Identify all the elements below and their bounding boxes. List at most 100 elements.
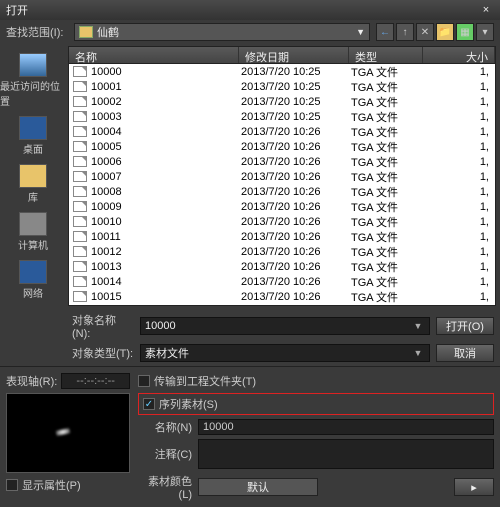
seqmat-label: 序列素材(S)	[159, 396, 218, 412]
name-input[interactable]: 10000	[198, 419, 494, 435]
color-combo[interactable]: 默认	[198, 478, 318, 496]
file-type: TGA 文件	[351, 259, 425, 275]
file-icon	[73, 171, 87, 182]
file-name: 10010	[91, 216, 241, 228]
file-row[interactable]: 100092013/7/20 10:26TGA 文件1,	[69, 199, 495, 214]
file-row[interactable]: 100082013/7/20 10:26TGA 文件1,	[69, 184, 495, 199]
file-date: 2013/7/20 10:26	[241, 201, 351, 213]
file-size: 1,	[425, 276, 495, 288]
place-item[interactable]: 桌面	[0, 113, 66, 159]
cancel-button[interactable]: 取消	[436, 344, 494, 362]
showprop-label: 显示属性(P)	[22, 477, 81, 493]
nav-newfolder-icon[interactable]: 📁	[436, 23, 454, 41]
place-icon	[19, 212, 47, 236]
place-label: 网络	[23, 285, 43, 300]
place-item[interactable]: 网络	[0, 257, 66, 303]
preview-pane	[6, 393, 130, 473]
file-name: 10015	[91, 291, 241, 303]
file-date: 2013/7/20 10:26	[241, 291, 351, 303]
file-name: 10008	[91, 186, 241, 198]
file-icon	[73, 186, 87, 197]
file-type: TGA 文件	[351, 124, 425, 140]
nav-icons: ← ↑ ✕ 📁 ▦ ▾	[376, 23, 494, 41]
file-date: 2013/7/20 10:26	[241, 216, 351, 228]
file-type: TGA 文件	[351, 169, 425, 185]
checkbox-unchecked-icon[interactable]	[6, 479, 18, 491]
objtype-combo[interactable]: 素材文件 ▼	[140, 344, 430, 362]
main-row: 最近访问的位置桌面库计算机网络 名称 修改日期 类型 大小 100002013/…	[0, 44, 500, 308]
file-size: 1,	[425, 306, 495, 307]
file-row[interactable]: 100052013/7/20 10:26TGA 文件1,	[69, 139, 495, 154]
color-label: 素材颜色(L)	[138, 473, 192, 501]
nav-view-icon[interactable]: ▦	[456, 23, 474, 41]
more-button[interactable]: ▸	[454, 478, 494, 496]
nav-back-icon[interactable]: ←	[376, 23, 394, 41]
file-size: 1,	[425, 171, 495, 183]
nav-up-icon[interactable]: ↑	[396, 23, 414, 41]
file-icon	[73, 141, 87, 152]
file-type: TGA 文件	[351, 199, 425, 215]
chevron-down-icon: ▼	[411, 348, 425, 358]
seqmat-row[interactable]: ✓ 序列素材(S)	[143, 396, 218, 412]
file-date: 2013/7/20 10:26	[241, 261, 351, 273]
file-list[interactable]: 100002013/7/20 10:25TGA 文件1,100012013/7/…	[68, 64, 496, 306]
file-name: 10011	[91, 231, 241, 243]
file-row[interactable]: 100162013/7/20 10:26TGA 文件1,	[69, 304, 495, 306]
file-size: 1,	[425, 246, 495, 258]
nav-del-icon[interactable]: ✕	[416, 23, 434, 41]
objname-row: 对象名称(N): 10000 ▼ 打开(O)	[6, 312, 494, 340]
file-row[interactable]: 100142013/7/20 10:26TGA 文件1,	[69, 274, 495, 289]
file-row[interactable]: 100042013/7/20 10:26TGA 文件1,	[69, 124, 495, 139]
col-name[interactable]: 名称	[69, 47, 239, 63]
comment-input[interactable]	[198, 439, 494, 469]
file-size: 1,	[425, 216, 495, 228]
file-row[interactable]: 100132013/7/20 10:26TGA 文件1,	[69, 259, 495, 274]
file-row[interactable]: 100022013/7/20 10:25TGA 文件1,	[69, 94, 495, 109]
col-type[interactable]: 类型	[349, 47, 423, 63]
file-icon	[73, 246, 87, 257]
file-icon	[73, 81, 87, 92]
file-type: TGA 文件	[351, 244, 425, 260]
file-date: 2013/7/20 10:26	[241, 231, 351, 243]
file-row[interactable]: 100152013/7/20 10:26TGA 文件1,	[69, 289, 495, 304]
checkbox-checked-icon[interactable]: ✓	[143, 398, 155, 410]
objname-label: 对象名称(N):	[72, 312, 134, 340]
lookin-label: 查找范围(I):	[6, 24, 68, 40]
nav-view-dd-icon[interactable]: ▾	[476, 23, 494, 41]
file-size: 1,	[425, 141, 495, 153]
checkbox-unchecked-icon[interactable]	[138, 375, 150, 387]
file-row[interactable]: 100072013/7/20 10:26TGA 文件1,	[69, 169, 495, 184]
file-row[interactable]: 100112013/7/20 10:26TGA 文件1,	[69, 229, 495, 244]
lower-panel: 表现轴(R): --:--:--:-- 显示属性(P) 传输到工程文件夹(T) …	[0, 366, 500, 507]
file-size: 1,	[425, 291, 495, 303]
axis-value[interactable]: --:--:--:--	[61, 373, 130, 389]
file-type: TGA 文件	[351, 154, 425, 170]
close-icon[interactable]: ×	[478, 4, 494, 16]
place-item[interactable]: 最近访问的位置	[0, 50, 66, 111]
file-icon	[73, 261, 87, 272]
col-date[interactable]: 修改日期	[239, 47, 349, 63]
col-size[interactable]: 大小	[423, 47, 495, 63]
name-row: 名称(N) 10000	[138, 419, 494, 435]
open-button[interactable]: 打开(O)	[436, 317, 494, 335]
file-row[interactable]: 100062013/7/20 10:26TGA 文件1,	[69, 154, 495, 169]
chevron-down-icon: ▼	[411, 321, 425, 331]
file-row[interactable]: 100002013/7/20 10:25TGA 文件1,	[69, 64, 495, 79]
showprop-row[interactable]: 显示属性(P)	[6, 477, 130, 493]
objname-input[interactable]: 10000 ▼	[140, 317, 430, 335]
chevron-down-icon: ▼	[356, 27, 365, 37]
file-icon	[73, 216, 87, 227]
place-item[interactable]: 计算机	[0, 209, 66, 255]
file-row[interactable]: 100102013/7/20 10:26TGA 文件1,	[69, 214, 495, 229]
file-row[interactable]: 100122013/7/20 10:26TGA 文件1,	[69, 244, 495, 259]
place-label: 桌面	[23, 141, 43, 156]
place-item[interactable]: 库	[0, 161, 66, 207]
places-bar: 最近访问的位置桌面库计算机网络	[0, 44, 66, 308]
place-icon	[19, 116, 47, 140]
file-row[interactable]: 100012013/7/20 10:25TGA 文件1,	[69, 79, 495, 94]
lookin-combo[interactable]: 仙鹤 ▼	[74, 23, 370, 41]
file-name: 10014	[91, 276, 241, 288]
transproj-row[interactable]: 传输到工程文件夹(T)	[138, 373, 494, 389]
file-date: 2013/7/20 10:26	[241, 276, 351, 288]
file-row[interactable]: 100032013/7/20 10:25TGA 文件1,	[69, 109, 495, 124]
